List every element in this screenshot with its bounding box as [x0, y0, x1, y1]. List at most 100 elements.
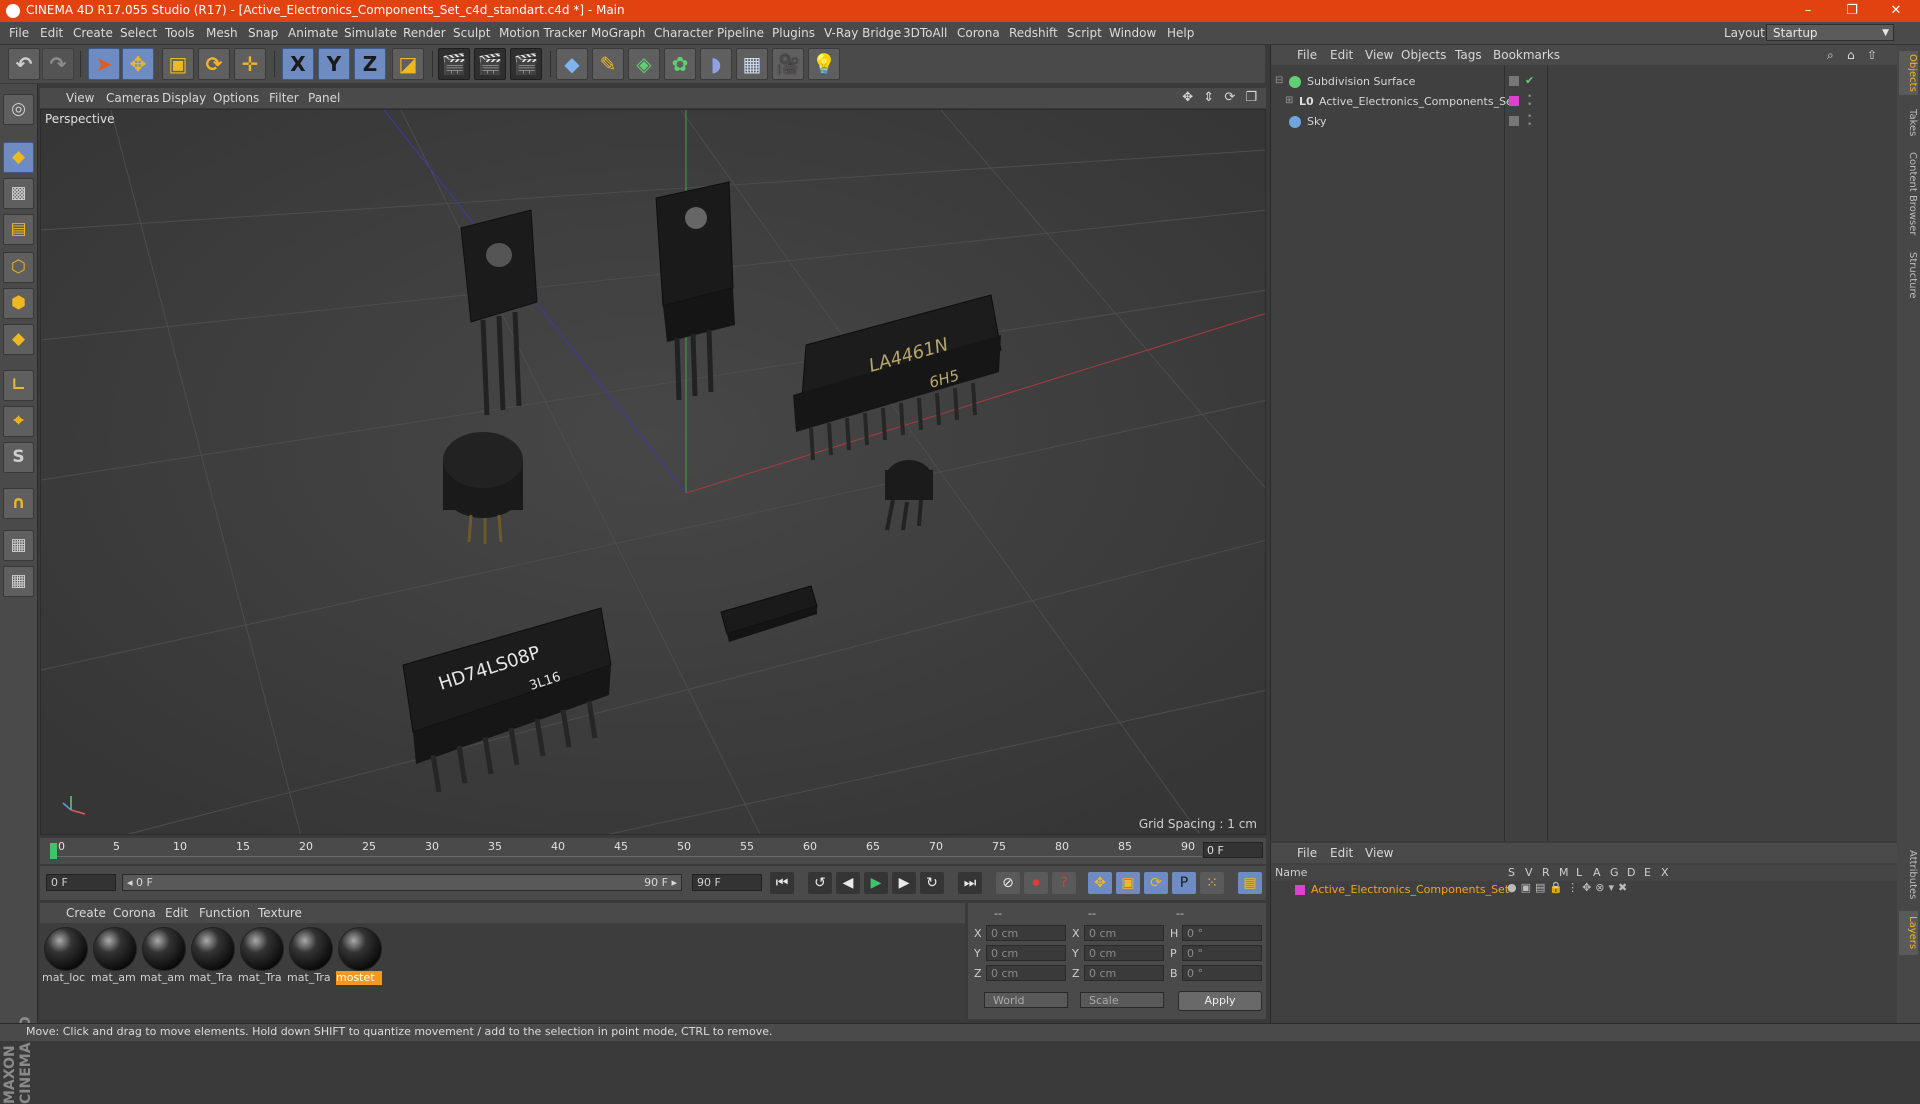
key-position-button[interactable]: ✥ [1088, 872, 1112, 894]
viewport-menu-filter[interactable]: Filter [269, 91, 299, 105]
magnet-button[interactable]: ∩ [3, 488, 34, 519]
transform-tool-button[interactable]: ✛ [234, 48, 266, 80]
enabled-check-icon[interactable]: ✔ [1525, 74, 1534, 87]
rotation-h-field[interactable]: 0 ° [1182, 925, 1262, 941]
snap-button[interactable]: S [3, 442, 34, 473]
viewport-navigation-icons[interactable]: ✥ ⇕ ⟳ ❐ [1182, 90, 1260, 105]
material-menu-function[interactable]: Function [199, 906, 250, 920]
search-icon[interactable]: ⌕ [1827, 48, 1834, 63]
key-point-level-button[interactable]: ⁙ [1200, 872, 1224, 894]
layers-menu-view[interactable]: View [1365, 846, 1393, 860]
auto-key-button[interactable]: ? [1052, 872, 1076, 894]
current-frame-field[interactable]: 0 F [1203, 842, 1263, 858]
tab-content-browser[interactable]: Content Browser [1899, 149, 1918, 239]
visibility-dots-icon[interactable]: • • [1527, 93, 1532, 110]
menu-animate[interactable]: Animate [288, 26, 338, 40]
previous-frame-button[interactable]: ◀ [836, 872, 860, 894]
material-menu-texture[interactable]: Texture [258, 906, 302, 920]
material-swatch[interactable]: mat_am [140, 927, 186, 989]
previous-keyframe-button[interactable]: ↺ [808, 872, 832, 894]
deformer-button[interactable]: ◗ [700, 48, 732, 80]
layer-color-icon[interactable] [1295, 885, 1305, 895]
size-z-field[interactable]: 0 cm [1084, 965, 1164, 981]
viewport-menu-cameras[interactable]: Cameras [106, 91, 159, 105]
menu-mograph[interactable]: MoGraph [591, 26, 646, 40]
arrow-up-icon[interactable]: ⇧ [1867, 48, 1877, 62]
tab-structure[interactable]: Structure [1899, 245, 1918, 305]
workplane-align-button[interactable]: ▦ [3, 566, 34, 597]
material-swatch[interactable]: mat_am [91, 927, 137, 989]
undo-button[interactable]: ↶ [8, 48, 40, 80]
end-frame-field[interactable]: 90 F [692, 874, 762, 891]
material-menu-create[interactable]: Create [66, 906, 106, 920]
viewport-menu-panel[interactable]: Panel [308, 91, 340, 105]
menu-plugins[interactable]: Plugins [772, 26, 815, 40]
perspective-viewport[interactable]: LA4461N 6H5 HD74LS08P 3L16 Perspective G… [40, 109, 1266, 835]
start-frame-field[interactable]: 0 F [46, 874, 116, 891]
menu-sculpt[interactable]: Sculpt [453, 26, 490, 40]
material-swatch[interactable]: mat_loc [42, 927, 88, 989]
points-mode-button[interactable]: ⬡ [3, 252, 34, 283]
preview-range-slider[interactable]: ◂ 0 F 90 F ▸ [122, 874, 682, 891]
timeline-playhead[interactable] [50, 843, 57, 859]
menu-tools[interactable]: Tools [165, 26, 195, 40]
redo-button[interactable]: ↷ [42, 48, 74, 80]
scale-tool-button[interactable]: ▣ [162, 48, 194, 80]
go-to-end-button[interactable]: ⏭ [958, 872, 982, 894]
apply-button[interactable]: Apply [1178, 991, 1262, 1011]
tab-takes[interactable]: Takes [1899, 103, 1918, 143]
home-icon[interactable]: ⌂ [1847, 48, 1855, 62]
x-axis-lock-button[interactable]: X [282, 48, 314, 80]
spline-pen-button[interactable]: ✎ [592, 48, 624, 80]
position-z-field[interactable]: 0 cm [986, 965, 1066, 981]
axis-mode-button[interactable]: ∟ [3, 370, 34, 401]
move-tool-button[interactable]: ✥ [122, 48, 154, 80]
material-swatch-selected[interactable]: mostet [336, 927, 382, 989]
key-rotation-button[interactable]: ⟳ [1144, 872, 1168, 894]
objects-menu-file[interactable]: File [1297, 48, 1317, 62]
y-axis-lock-button[interactable]: Y [318, 48, 350, 80]
menu-file[interactable]: File [9, 26, 29, 40]
model-mode-button[interactable]: ◆ [3, 142, 34, 173]
viewport-menu-view[interactable]: View [66, 91, 94, 105]
timeline-ruler[interactable]: 0 5 10 15 20 25 30 35 40 45 50 55 60 65 … [40, 838, 1266, 864]
menu-mesh[interactable]: Mesh [206, 26, 238, 40]
light-button[interactable]: 💡 [808, 48, 840, 80]
objects-menu-edit[interactable]: Edit [1330, 48, 1353, 62]
visibility-dots-icon[interactable]: • • [1527, 113, 1532, 130]
menu-vray-bridge[interactable]: V-Ray Bridge [824, 26, 901, 40]
tab-objects[interactable]: Objects [1899, 51, 1918, 95]
polygons-mode-button[interactable]: ◆ [3, 324, 34, 355]
rotation-p-field[interactable]: 0 ° [1182, 945, 1262, 961]
floor-button[interactable]: ▦ [736, 48, 768, 80]
collapse-icon[interactable]: ⊟ [1275, 75, 1283, 86]
layer-toggle-icons[interactable]: ●▣▤🔒⋮✥⊗▾✖ [1507, 881, 1631, 894]
rotation-b-field[interactable]: 0 ° [1182, 965, 1262, 981]
coordinate-system-button[interactable]: ◪ [392, 48, 424, 80]
timeline-window-button[interactable]: ▤ [1238, 872, 1262, 894]
position-y-field[interactable]: 0 cm [986, 945, 1066, 961]
object-row-sky[interactable]: Sky • • [1271, 113, 1897, 132]
layer-row-name[interactable]: Active_Electronics_Components_Set [1311, 883, 1509, 896]
menu-edit[interactable]: Edit [40, 26, 63, 40]
menu-3dtoall[interactable]: 3DToAll [903, 26, 947, 40]
next-keyframe-button[interactable]: ↻ [920, 872, 944, 894]
menu-render[interactable]: Render [403, 26, 446, 40]
menu-simulate[interactable]: Simulate [344, 26, 397, 40]
layers-menu-file[interactable]: File [1297, 846, 1317, 860]
object-row-active-electronics-components-set[interactable]: ⊞ L0 Active_Electronics_Components_Set •… [1271, 93, 1897, 112]
menu-script[interactable]: Script [1067, 26, 1102, 40]
material-menu-corona[interactable]: Corona [113, 906, 156, 920]
key-parameter-button[interactable]: P [1172, 872, 1196, 894]
expand-icon[interactable]: ⊞ [1285, 95, 1293, 106]
material-menu-edit[interactable]: Edit [165, 906, 188, 920]
menu-select[interactable]: Select [120, 26, 157, 40]
key-scale-button[interactable]: ▣ [1116, 872, 1140, 894]
objects-menu-view[interactable]: View [1365, 48, 1393, 62]
material-swatch[interactable]: mat_Tra [189, 927, 235, 989]
tab-layers[interactable]: Layers [1899, 911, 1918, 955]
material-swatch[interactable]: mat_Tra [238, 927, 284, 989]
render-view-button[interactable]: 🎬 [438, 48, 470, 80]
workplane-mode-button[interactable]: ▤ [3, 214, 34, 245]
make-editable-button[interactable]: ◎ [3, 94, 34, 125]
